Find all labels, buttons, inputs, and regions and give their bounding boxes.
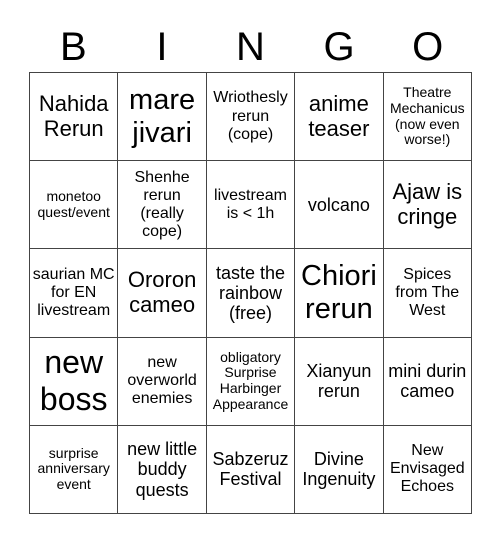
bingo-cell[interactable]: anime teaser <box>295 73 384 162</box>
bingo-cell[interactable]: taste the rainbow (free) <box>206 249 296 338</box>
bingo-cell[interactable]: Shenhe rerun (really cope) <box>118 161 207 250</box>
bingo-cell[interactable]: Nahida Rerun <box>30 73 119 162</box>
bingo-cell[interactable]: New Envisaged Echoes <box>383 425 472 514</box>
header-letter-i: I <box>156 25 168 69</box>
bingo-cell[interactable]: new little buddy quests <box>118 425 207 514</box>
header-letter-g: G <box>323 25 355 69</box>
header-letter-o: O <box>412 25 444 69</box>
header-letter-b: B <box>59 25 87 69</box>
bingo-cell[interactable]: Wriothesly rerun (cope) <box>206 73 296 162</box>
bingo-cell[interactable]: Theatre Mechanicus (now even worse!) <box>383 73 472 162</box>
bingo-cell[interactable]: new overworld enemies <box>118 337 207 426</box>
bingo-cell[interactable]: Divine Ingenuity <box>295 425 384 514</box>
bingo-cell[interactable]: surprise anniversary event <box>30 425 119 514</box>
bingo-header: B I N G O <box>29 22 472 72</box>
bingo-cell[interactable]: Xianyun rerun <box>295 337 384 426</box>
bingo-cell[interactable]: mini durin cameo <box>383 337 472 426</box>
bingo-board: Nahida Rerun mare jivari Wriothesly rerun … <box>29 72 472 514</box>
bingo-cell[interactable]: mare jivari <box>118 73 207 162</box>
bingo-cell[interactable]: new boss <box>30 337 119 426</box>
bingo-cell[interactable]: saurian MC for EN livestream <box>30 249 119 338</box>
bingo-cell[interactable]: Chiori rerun <box>295 249 384 338</box>
bingo-cell[interactable]: obligatory Surprise Harbinger Appearance <box>206 337 296 426</box>
bingo-cell[interactable]: Ajaw is cringe <box>383 161 472 250</box>
bingo-cell[interactable]: Spices from The West <box>383 249 472 338</box>
bingo-cell[interactable]: Sabzeruz Festival <box>206 425 296 514</box>
header-letter-n: N <box>236 25 265 69</box>
bingo-cell[interactable]: livestream is < 1h <box>206 161 296 250</box>
bingo-cell[interactable]: monetoo quest/event <box>30 161 119 250</box>
bingo-cell[interactable]: Ororon cameo <box>118 249 207 338</box>
bingo-cell[interactable]: volcano <box>295 161 384 250</box>
